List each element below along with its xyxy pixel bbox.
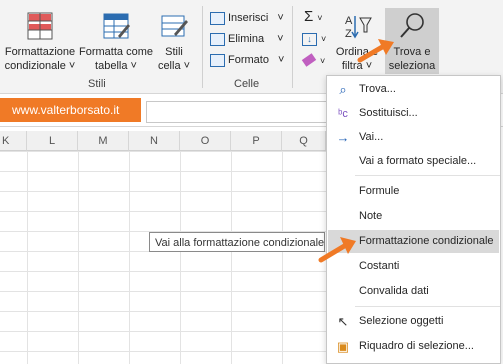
column-header[interactable]: P (231, 131, 282, 151)
autosum-caret-icon: ˅ (317, 13, 323, 23)
menu-item-label: Convalida dati (359, 285, 429, 297)
menu-item-selezione-oggetti[interactable]: ↖ Selezione oggetti (328, 310, 499, 333)
menu-item-label: Riquadro di selezione... (359, 340, 474, 352)
ribbon-separator (202, 6, 203, 88)
ribbon-separator (292, 6, 293, 88)
menu-separator (355, 175, 500, 176)
menu-item-sostituisci[interactable]: ᵇc Sostituisci... (328, 102, 499, 125)
fill-down-icon: ↓ (302, 33, 317, 46)
column-header[interactable]: M (78, 131, 129, 151)
menu-item-formule[interactable]: Formule (328, 180, 499, 203)
conditional-formatting-button[interactable]: Formattazione condizionale ˅ (4, 10, 76, 73)
cell-styles-label-1: Stili (165, 46, 183, 58)
cell-styles-icon (158, 10, 190, 42)
delete-caret: ˅ (277, 33, 284, 45)
menu-item-trova[interactable]: ⌕ Trova... (328, 78, 499, 101)
cursor-icon: ↖ (337, 314, 349, 329)
menu-item-label: Selezione oggetti (359, 315, 444, 327)
delete-button[interactable]: Elimina ˅ (210, 31, 284, 47)
format-label: Formato (228, 54, 269, 66)
menu-separator (355, 306, 500, 307)
format-button[interactable]: Formato ˅ (210, 52, 284, 68)
stili-group-label: Stili (88, 78, 106, 90)
format-as-table-icon (100, 10, 132, 42)
format-icon (210, 53, 225, 67)
menu-item-riquadro-selezione[interactable]: ▣ Riquadro di selezione... (328, 335, 499, 358)
delete-label: Elimina (228, 33, 265, 45)
format-as-table-label-2: tabella ˅ (95, 60, 137, 72)
column-header[interactable]: Q (282, 131, 326, 151)
menu-item-label: Formattazione condizionale (359, 235, 494, 247)
menu-item-note[interactable]: Note (328, 205, 499, 228)
replace-icon: ᵇc (338, 108, 348, 120)
insert-button[interactable]: Inserisci ˅ (210, 10, 284, 26)
conditional-formatting-label-2: condizionale ˅ (4, 60, 76, 72)
pointer-arrow-icon (318, 237, 356, 263)
conditional-formatting-icon (24, 10, 56, 42)
find-select-menu: ⌕ Trova... ᵇc Sostituisci... → Vai... Va… (326, 75, 501, 364)
menu-item-label: Trova... (359, 83, 396, 95)
column-header[interactable]: L (27, 131, 78, 151)
menu-item-vai[interactable]: → Vai... (328, 126, 499, 149)
formula-input[interactable] (146, 101, 328, 123)
menu-item-label: Formule (359, 185, 400, 197)
arrow-right-icon: → (336, 130, 350, 145)
menu-item-label: Note (359, 210, 383, 222)
menu-item-label: Sostituisci... (359, 107, 418, 119)
cell-styles-button[interactable]: Stili cella ˅ (154, 10, 194, 73)
delete-icon (210, 32, 225, 46)
tooltip: Vai alla formattazione condizionale (149, 232, 325, 252)
magnifier-icon (396, 10, 428, 42)
format-caret: ˅ (278, 54, 285, 66)
fill-button[interactable]: ↓ ˅ (302, 31, 326, 46)
eraser-icon (301, 53, 317, 67)
format-as-table-label-1: Formatta come (79, 46, 153, 58)
menu-item-convalida-dati[interactable]: Convalida dati (328, 280, 499, 303)
watermark-label: www.valterborsato.it (0, 98, 141, 122)
pointer-arrow-icon (357, 39, 394, 63)
menu-item-label: Vai a formato speciale... (359, 155, 477, 167)
format-as-table-button[interactable]: Formatta come tabella ˅ (78, 10, 154, 73)
svg-text:Z: Z (345, 28, 352, 40)
insert-caret: ˅ (277, 12, 284, 24)
clear-caret-icon: ˅ (320, 56, 326, 66)
fill-caret-icon: ˅ (321, 34, 327, 44)
autosum-icon: Σ (304, 8, 314, 25)
menu-item-vai-formato-speciale[interactable]: Vai a formato speciale... (328, 150, 499, 173)
conditional-formatting-label-1: Formattazione (4, 46, 76, 58)
column-header[interactable]: O (180, 131, 231, 151)
cell-styles-label-2: cella ˅ (157, 60, 191, 72)
cell-grid[interactable] (0, 151, 326, 364)
column-header[interactable]: K (0, 131, 27, 151)
column-header[interactable]: N (129, 131, 180, 151)
insert-icon (210, 11, 225, 25)
svg-text:A: A (345, 15, 353, 27)
selection-pane-icon: ▣ (336, 339, 350, 354)
clear-button[interactable]: ˅ (301, 53, 326, 67)
insert-label: Inserisci (228, 12, 269, 24)
menu-item-label: Vai... (359, 131, 384, 143)
search-icon: ⌕ (339, 82, 347, 97)
celle-group-label: Celle (234, 78, 260, 90)
menu-item-label: Costanti (359, 260, 400, 272)
autosum-button[interactable]: Σ ˅ (304, 8, 323, 25)
